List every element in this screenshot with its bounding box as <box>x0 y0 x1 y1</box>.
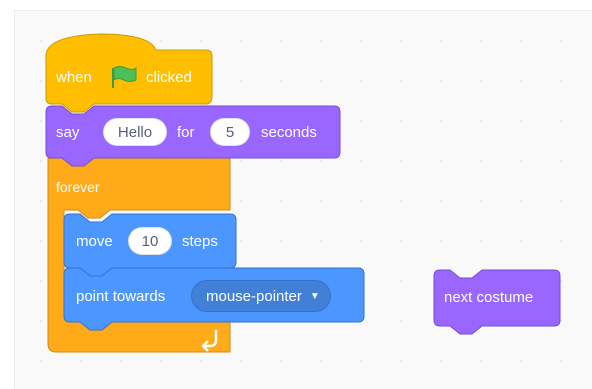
say-message-input[interactable]: Hello <box>103 118 167 146</box>
point-towards-label: point towards <box>76 288 166 305</box>
say-for-label: for <box>177 124 195 141</box>
move-steps-label: steps <box>182 233 218 250</box>
say-label: say <box>56 124 80 141</box>
forever-label: forever <box>56 179 100 195</box>
move-label: move <box>76 233 113 250</box>
point-target-value: mouse-pointer <box>206 288 302 305</box>
next-costume-label: next costume <box>444 289 534 306</box>
hat-when-label: when <box>56 69 92 86</box>
say-seconds-label: seconds <box>261 124 317 141</box>
hat-clicked-label: clicked <box>146 69 192 86</box>
move-steps-input[interactable]: 10 <box>128 227 172 255</box>
point-target-dropdown[interactable]: mouse-pointer ▼ <box>191 280 331 312</box>
chevron-down-icon: ▼ <box>309 291 320 303</box>
say-seconds-input[interactable]: 5 <box>210 118 250 146</box>
